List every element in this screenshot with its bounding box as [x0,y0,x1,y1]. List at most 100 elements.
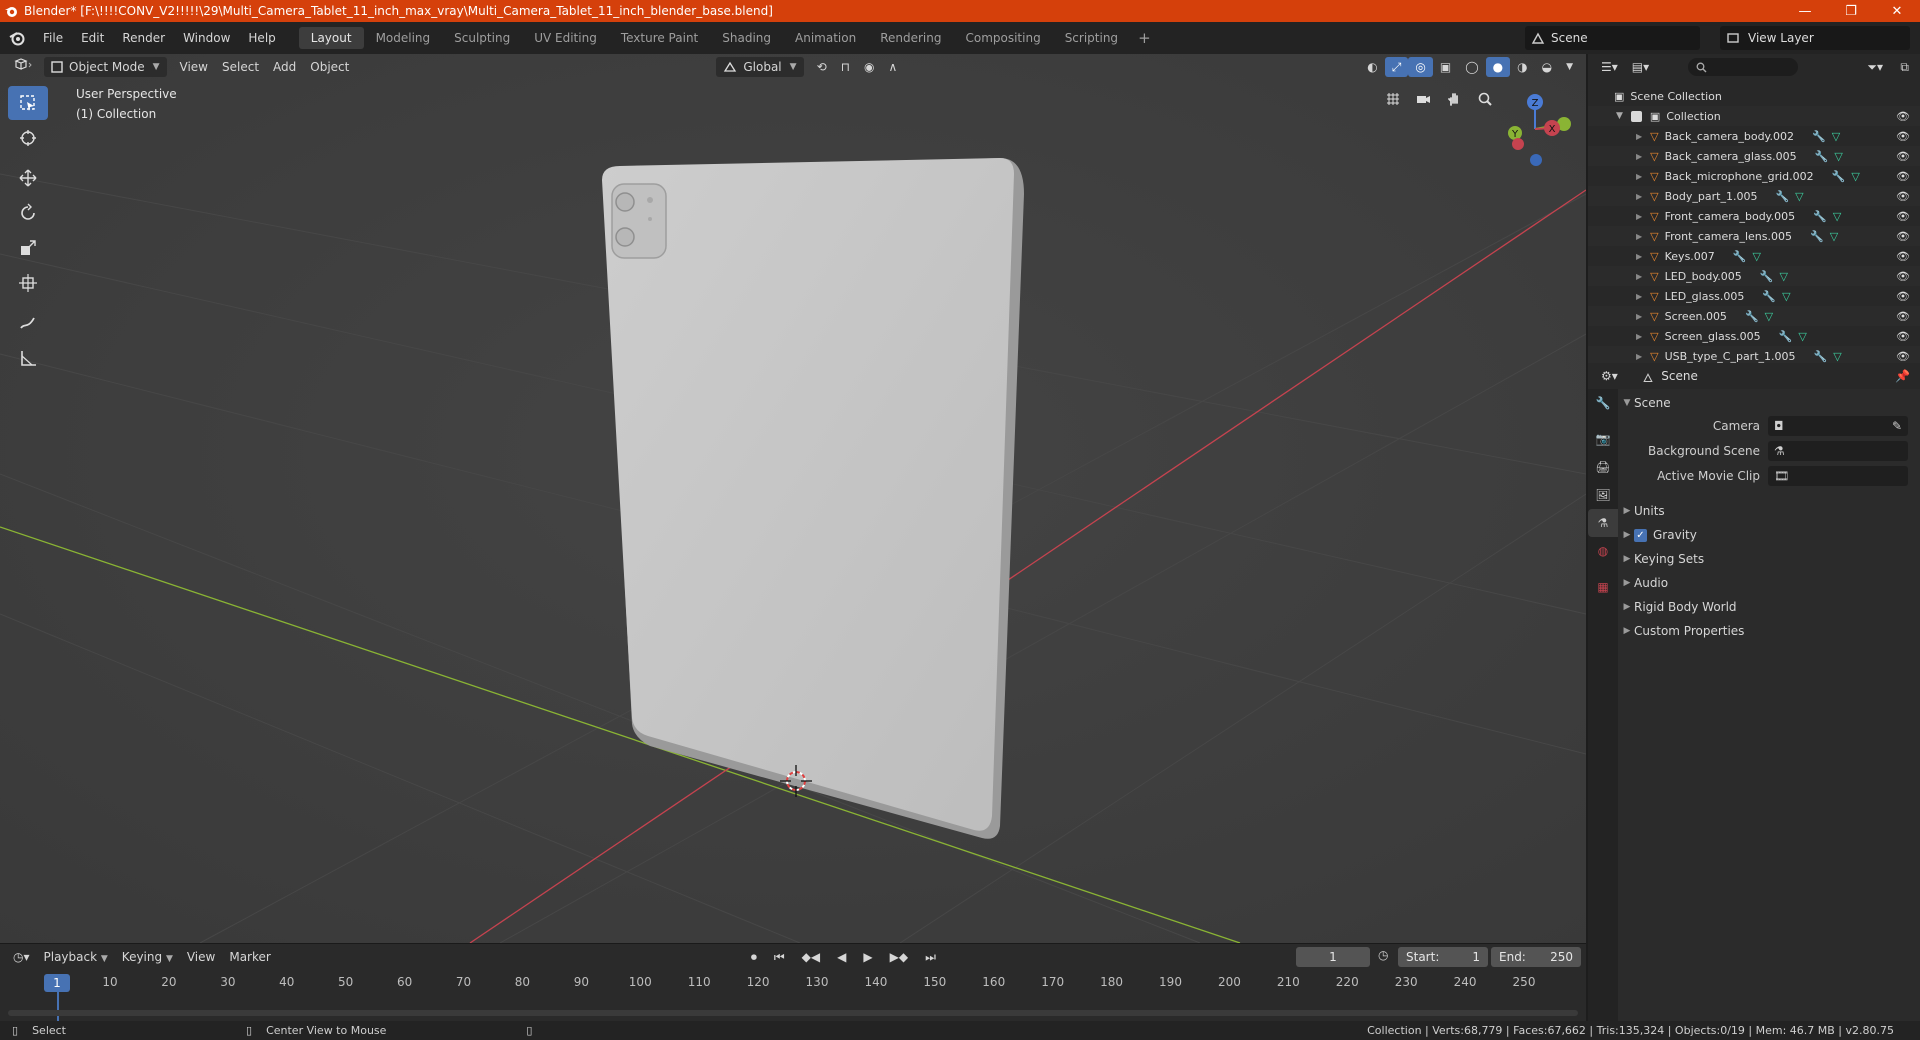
chevron-right-icon[interactable]: ▶ [1636,272,1642,281]
rigid-body-world-subpanel[interactable]: ▶ Rigid Body World [1620,595,1737,619]
next-keyframe-icon[interactable]: ▶◆ [883,947,915,967]
tab-sculpting[interactable]: Sculpting [442,27,522,49]
outliner-editor-type-icon[interactable]: ☰▾ [1594,57,1625,77]
tab-layout[interactable]: Layout [298,27,364,49]
eye-icon[interactable]: 👁 [1896,190,1910,203]
gravity-subpanel[interactable]: ▶ ✓ Gravity [1620,523,1697,547]
eye-icon[interactable]: 👁 [1896,210,1910,223]
playback-menu[interactable]: Playback ▼ [37,947,115,967]
outliner-scene-collection[interactable]: ▣ Scene Collection [1588,86,1920,106]
material-shading-icon[interactable]: ◑ [1510,57,1534,77]
eye-icon[interactable]: 👁 [1896,290,1910,303]
eye-icon[interactable]: 👁 [1896,350,1910,363]
view-layer-tab-icon[interactable]: 🖼 [1588,481,1618,509]
texture-tab-icon[interactable]: ▦ [1588,573,1618,601]
play-reverse-icon[interactable]: ◀ [830,947,853,967]
custom-properties-subpanel[interactable]: ▶ Custom Properties [1620,619,1745,643]
outliner-object-item[interactable]: ▶ ▽ Back_camera_glass.005 🔧 ▽ 👁 [1588,146,1920,166]
outliner-object-item[interactable]: ▶ ▽ Screen.005 🔧 ▽ 👁 [1588,306,1920,326]
scene-panel-header[interactable]: ▼ Scene [1620,391,1671,415]
gizmo-toggle-icon[interactable]: ⤢ [1384,57,1409,77]
eye-icon[interactable]: 👁 [1896,170,1910,183]
chevron-right-icon[interactable]: ▶ [1636,312,1642,321]
marker-menu[interactable]: Marker [222,947,277,967]
keying-menu[interactable]: Keying ▼ [115,947,180,967]
chevron-down-icon[interactable]: ▼ [1559,57,1580,77]
play-icon[interactable]: ▶ [856,947,879,967]
mesh-data-icon[interactable]: ▽ [1833,350,1841,363]
tab-texture-paint[interactable]: Texture Paint [609,27,710,49]
select-box-tool[interactable] [8,86,48,120]
properties-editor-type-icon[interactable]: ⚙▾ [1594,366,1625,386]
tab-modeling[interactable]: Modeling [364,27,443,49]
toggle-grid-view-icon[interactable] [1380,86,1406,112]
render-tab-icon[interactable]: 📷 [1588,425,1618,453]
modifier-wrench-icon[interactable]: 🔧 [1812,130,1826,143]
mesh-data-icon[interactable]: ▽ [1765,310,1773,323]
new-collection-icon[interactable]: ⧉ [1893,57,1916,77]
mesh-data-icon[interactable]: ▽ [1833,210,1841,223]
eye-icon[interactable]: 👁 [1896,250,1910,263]
close-icon[interactable]: ✕ [1874,0,1920,22]
chevron-right-icon[interactable]: ▶ [1636,232,1642,241]
chevron-right-icon[interactable]: ▶ [1636,292,1642,301]
timeline-editor-type-icon[interactable]: ◷▾ [6,947,37,967]
outliner-object-item[interactable]: ▶ ▽ Keys.007 🔧 ▽ 👁 [1588,246,1920,266]
outliner-search-input[interactable] [1688,58,1798,76]
outliner-object-item[interactable]: ▶ ▽ Screen_glass.005 🔧 ▽ 👁 [1588,326,1920,346]
eye-icon[interactable]: 👁 [1896,150,1910,163]
timeline-view-menu[interactable]: View [180,947,222,967]
object-menu[interactable]: Object [303,57,356,77]
scene-selector[interactable]: Scene [1525,26,1700,50]
restore-icon[interactable]: ❐ [1828,0,1874,22]
move-tool[interactable] [8,161,48,195]
xray-icon[interactable]: ▣ [1433,57,1458,77]
tab-animation[interactable]: Animation [783,27,868,49]
menu-file[interactable]: File [34,31,72,45]
jump-start-icon[interactable]: ⏮ [767,947,792,967]
solid-shading-icon[interactable]: ● [1485,57,1511,77]
modifier-wrench-icon[interactable]: 🔧 [1815,150,1829,163]
scale-tool[interactable] [8,231,48,265]
add-menu[interactable]: Add [266,57,303,77]
camera-field[interactable]: ◘ ✎ [1768,416,1908,436]
keying-sets-subpanel[interactable]: ▶ Keying Sets [1620,547,1705,571]
menu-edit[interactable]: Edit [72,31,113,45]
eye-icon[interactable]: 👁 [1896,110,1910,123]
mesh-data-icon[interactable]: ▽ [1780,270,1788,283]
units-subpanel[interactable]: ▶ Units [1620,499,1665,523]
filter-icon[interactable]: ⏷▾ [1860,57,1890,77]
modifier-wrench-icon[interactable]: 🔧 [1760,270,1774,283]
wireframe-shading-icon[interactable]: ◯ [1458,57,1485,77]
mesh-data-icon[interactable]: ▽ [1795,190,1803,203]
outliner-object-item[interactable]: ▶ ▽ Back_camera_body.002 🔧 ▽ 👁 [1588,126,1920,146]
chevron-right-icon[interactable]: ▶ [1636,332,1642,341]
chevron-right-icon[interactable]: ▶ [1636,192,1642,201]
menu-help[interactable]: Help [239,31,284,45]
scene-tab-icon[interactable]: ⚗ [1588,509,1618,537]
world-tab-icon[interactable]: ◍ [1588,537,1618,565]
chevron-right-icon[interactable]: ▶ [1636,132,1642,141]
outliner-object-item[interactable]: ▶ ▽ Body_part_1.005 🔧 ▽ 👁 [1588,186,1920,206]
rendered-shading-icon[interactable]: ◒ [1535,57,1559,77]
modifier-wrench-icon[interactable]: 🔧 [1814,350,1828,363]
modifier-wrench-icon[interactable]: 🔧 [1813,210,1827,223]
prev-keyframe-icon[interactable]: ◆◀ [795,947,827,967]
menu-render[interactable]: Render [113,31,174,45]
modifier-wrench-icon[interactable]: 🔧 [1745,310,1759,323]
tab-scripting[interactable]: Scripting [1053,27,1130,49]
background-scene-field[interactable]: ⚗ [1768,441,1908,461]
visibility-icon[interactable]: ◐ [1360,57,1384,77]
eyedropper-icon[interactable]: ✎ [1892,419,1902,433]
frame-ruler[interactable]: 1 10 20 30 40 50 60 70 80 90 100 110 120 130 140 150 160… [0,972,1586,992]
chevron-right-icon[interactable]: ▶ [1636,212,1642,221]
outliner-collection[interactable]: ▼ ▣ Collection 👁 [1588,106,1920,126]
mesh-data-icon[interactable]: ▽ [1782,290,1790,303]
annotate-tool[interactable] [8,306,48,340]
eye-icon[interactable]: 👁 [1896,330,1910,343]
menu-window[interactable]: Window [174,31,239,45]
tab-uv-editing[interactable]: UV Editing [522,27,609,49]
eye-icon[interactable]: 👁 [1896,270,1910,283]
start-frame-field[interactable]: Start: 1 [1398,947,1488,967]
blender-menu-icon[interactable] [0,30,34,46]
